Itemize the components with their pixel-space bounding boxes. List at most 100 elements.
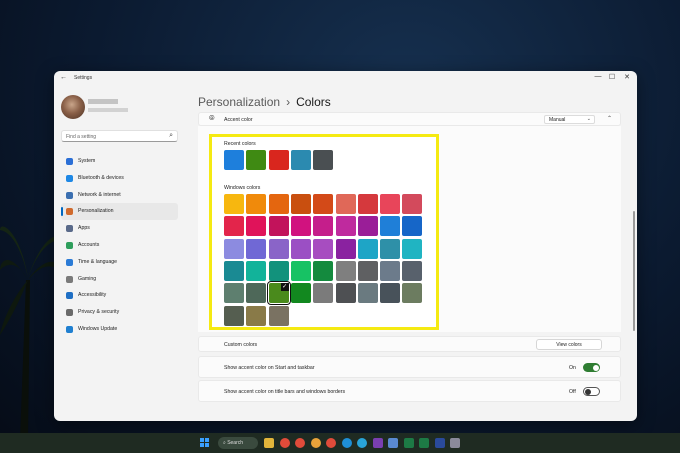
windows-color-swatch[interactable] bbox=[246, 216, 267, 237]
recent-color-swatch[interactable] bbox=[224, 150, 244, 170]
windows-color-swatch[interactable] bbox=[357, 260, 378, 281]
edge-icon[interactable] bbox=[341, 438, 352, 448]
settings-icon[interactable] bbox=[450, 438, 460, 448]
windows-color-swatch[interactable] bbox=[313, 260, 334, 281]
windows-color-swatch[interactable] bbox=[335, 260, 356, 281]
chrome-icon[interactable] bbox=[310, 438, 321, 448]
windows-color-swatch[interactable] bbox=[380, 238, 401, 259]
scrollbar[interactable] bbox=[633, 211, 635, 331]
windows-color-swatch[interactable] bbox=[335, 238, 356, 259]
windows-color-swatch[interactable] bbox=[380, 194, 401, 214]
windows-color-swatch[interactable] bbox=[246, 260, 267, 281]
windows-color-swatch[interactable] bbox=[268, 216, 289, 237]
file-explorer-icon[interactable] bbox=[264, 438, 274, 448]
sidebar-item-accounts[interactable]: Accounts bbox=[61, 237, 178, 254]
windows-color-swatch[interactable] bbox=[268, 305, 289, 326]
close-icon[interactable]: ✕ bbox=[620, 73, 634, 81]
windows-color-swatch[interactable] bbox=[402, 216, 423, 237]
windows-color-swatch[interactable] bbox=[224, 216, 244, 237]
chrome-icon[interactable] bbox=[279, 438, 290, 448]
sidebar-item-system[interactable]: System bbox=[61, 153, 178, 170]
windows-color-swatch[interactable] bbox=[313, 216, 334, 237]
accent-start-taskbar-toggle[interactable] bbox=[583, 363, 600, 372]
back-arrow-icon[interactable]: ← bbox=[60, 74, 67, 81]
recent-color-swatch[interactable] bbox=[246, 150, 267, 170]
recent-color-swatch[interactable] bbox=[290, 150, 311, 170]
windows-color-swatch[interactable] bbox=[335, 194, 356, 214]
windows-color-swatch[interactable] bbox=[224, 305, 244, 326]
windows-color-swatch[interactable] bbox=[246, 283, 267, 304]
breadcrumb-parent[interactable]: Personalization bbox=[198, 95, 280, 109]
windows-color-swatch[interactable] bbox=[313, 283, 334, 304]
accent-title-bars-toggle[interactable] bbox=[583, 387, 600, 396]
windows-color-swatch[interactable] bbox=[290, 216, 311, 237]
start-button[interactable] bbox=[200, 438, 210, 448]
windows-color-swatch[interactable] bbox=[380, 260, 401, 281]
sidebar-item-gaming[interactable]: Gaming bbox=[61, 271, 178, 288]
notepad-icon[interactable] bbox=[388, 438, 398, 448]
search-icon[interactable]: ⌕ bbox=[169, 132, 173, 140]
taskbar-search[interactable]: ⌕ Search bbox=[218, 437, 258, 449]
accent-title-bars-row: Show accent color on title bars and wind… bbox=[198, 380, 621, 402]
sidebar-item-network-internet[interactable]: Network & internet bbox=[61, 187, 178, 204]
windows-color-swatch[interactable] bbox=[290, 238, 311, 259]
edge-icon[interactable] bbox=[357, 438, 367, 448]
windows-color-swatch[interactable] bbox=[402, 260, 423, 281]
sidebar-item-bluetooth-devices[interactable]: Bluetooth & devices bbox=[61, 170, 178, 187]
windows-color-swatch[interactable] bbox=[268, 194, 289, 214]
windows-color-swatch[interactable] bbox=[224, 283, 244, 304]
windows-color-swatch[interactable] bbox=[380, 283, 401, 304]
windows-color-swatch[interactable] bbox=[246, 238, 267, 259]
windows-color-swatch[interactable] bbox=[357, 194, 378, 214]
search-input[interactable]: Find a setting ⌕ bbox=[61, 130, 178, 142]
avatar[interactable] bbox=[61, 95, 85, 119]
windows-color-swatch[interactable] bbox=[335, 283, 356, 304]
chrome-icon[interactable] bbox=[295, 438, 305, 448]
windows-color-swatch[interactable] bbox=[224, 260, 244, 281]
accent-mode-dropdown[interactable]: Manual ⌄ bbox=[544, 115, 595, 124]
sidebar-item-windows-update[interactable]: Windows Update bbox=[61, 321, 178, 338]
recent-color-swatch[interactable] bbox=[268, 150, 289, 170]
windows-color-swatch[interactable] bbox=[335, 216, 356, 237]
windows-color-swatch[interactable] bbox=[224, 238, 244, 259]
sidebar-item-accessibility[interactable]: Accessibility bbox=[61, 287, 178, 304]
windows-color-swatch[interactable] bbox=[290, 260, 311, 281]
windows-color-swatch[interactable] bbox=[224, 194, 244, 214]
maximize-icon[interactable]: ☐ bbox=[605, 73, 619, 81]
photoshop-icon[interactable] bbox=[434, 438, 445, 448]
windows-color-swatch[interactable] bbox=[290, 194, 311, 214]
sidebar-item-apps[interactable]: Apps bbox=[61, 220, 178, 237]
windows-color-swatch[interactable] bbox=[402, 283, 423, 304]
privacy-icon bbox=[66, 309, 73, 317]
windows-color-swatch[interactable] bbox=[268, 238, 289, 259]
sidebar-item-time-language[interactable]: Time & language bbox=[61, 254, 178, 271]
windows-color-swatch[interactable] bbox=[357, 216, 378, 237]
chrome-icon[interactable] bbox=[326, 438, 336, 448]
accent-start-taskbar-row: Show accent color on Start and taskbar O… bbox=[198, 356, 621, 378]
recent-color-swatch[interactable] bbox=[313, 150, 334, 170]
windows-color-swatch[interactable] bbox=[313, 238, 334, 259]
windows-color-swatch[interactable] bbox=[357, 238, 378, 259]
custom-colors-label: Custom colors bbox=[224, 342, 258, 348]
accent-color-row[interactable]: ⦾ Accent color Manual ⌄ ⌃ bbox=[198, 112, 621, 126]
taskbar: ⌕ Search bbox=[0, 433, 680, 453]
windows-color-swatch[interactable]: ✓ bbox=[266, 281, 291, 306]
excel-icon[interactable] bbox=[419, 438, 429, 448]
windows-color-swatch[interactable] bbox=[246, 305, 267, 326]
onenote-icon[interactable] bbox=[372, 438, 383, 448]
sidebar-item-personalization[interactable]: Personalization bbox=[61, 203, 178, 221]
windows-color-swatch[interactable] bbox=[380, 216, 401, 237]
excel-icon[interactable] bbox=[403, 438, 414, 448]
sidebar-item-privacy-security[interactable]: Privacy & security bbox=[61, 304, 178, 321]
view-colors-button[interactable]: View colors bbox=[536, 339, 602, 350]
windows-color-swatch[interactable] bbox=[402, 194, 423, 214]
windows-color-swatch[interactable] bbox=[313, 194, 334, 214]
chevron-up-icon[interactable]: ⌃ bbox=[607, 115, 612, 122]
windows-color-swatch[interactable] bbox=[357, 283, 378, 304]
windows-color-swatch[interactable] bbox=[402, 238, 423, 259]
windows-color-swatch[interactable] bbox=[290, 283, 311, 304]
minimize-icon[interactable]: — bbox=[591, 73, 605, 80]
windows-color-swatch[interactable] bbox=[246, 194, 267, 214]
windows-color-swatch[interactable] bbox=[268, 260, 289, 281]
sidebar-item-label: Personalization bbox=[78, 208, 114, 215]
